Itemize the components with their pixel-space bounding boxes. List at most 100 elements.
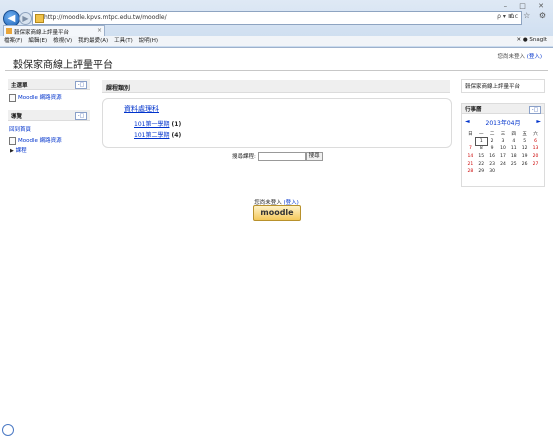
calendar-day[interactable]: 15 [476,153,487,161]
login-status: 您尚未登入 [497,54,525,60]
login-info: 您尚未登入 (登入) [497,52,542,60]
subcategory-count: (1) [171,121,182,128]
calendar-weekdays: 日 一 二 三 四 五 六 [465,130,541,138]
navigation-header: 導覽 -□ [8,110,90,121]
calendar-day[interactable]: 10 [498,145,509,153]
calendar-day[interactable]: 3 [498,138,509,146]
search-input[interactable] [257,152,306,161]
hide-block-icon[interactable]: -□ [529,106,541,114]
browser-tab[interactable]: 穀保家商線上評量平台 × [3,25,105,36]
calendar-day[interactable]: 17 [498,153,509,161]
weekday-label: 四 [511,131,517,137]
calendar-week: 28 29 30 [465,168,541,176]
nav-courses[interactable]: ▶ 課程 [10,146,27,154]
calendar-day-today[interactable]: 1 [474,136,488,147]
subcategory-link[interactable]: 101第一學期 [134,121,169,128]
menu-tools[interactable]: 工具(T) [114,38,133,44]
subcategory-row: 101第二學期 (4) [134,130,181,139]
next-month-icon[interactable]: ► [536,118,541,125]
window-buttons[interactable]: – □ ✕ [504,2,549,10]
page-icon [35,14,44,23]
menu-help[interactable]: 說明(H) [139,38,158,44]
calendar-day [498,168,509,176]
calendar-day[interactable]: 26 [519,160,530,168]
calendar-day[interactable]: 25 [508,160,519,168]
address-url[interactable]: http://moodle.kpvs.mtpc.edu.tw/moodle/ [44,14,167,21]
category-link[interactable]: 資料處理科 [124,104,159,114]
weekday-label: 三 [500,131,506,137]
search-button[interactable]: 搜尋 [305,152,323,161]
calendar-day[interactable]: 7 [465,145,476,153]
hide-block-icon[interactable]: -□ [75,81,87,89]
calendar-day[interactable]: 23 [487,160,498,168]
calendar-month[interactable]: 2013年04月 [462,118,544,127]
home-link[interactable]: 回到首頁 [9,127,31,133]
search-label: 搜尋課程: [232,154,256,160]
calendar-day[interactable]: 29 [476,168,487,176]
calendar-day[interactable]: 27 [530,160,541,168]
weekday-label: 日 [468,131,473,137]
browser-chrome: ◀ ▶ http://moodle.kpvs.mtpc.edu.tw/moodl… [0,0,553,48]
calendar-day[interactable]: 5 [519,138,530,146]
calendar-day[interactable]: 28 [465,168,476,176]
snagit-label: SnagIt [529,37,547,43]
calendar-day [519,168,530,176]
main-menu-header: 主選單 -□ [8,79,90,90]
subcategory-link[interactable]: 101第二學期 [134,132,169,139]
moodle-resources-link[interactable]: Moodle 網路資源 [18,95,62,101]
calendar-week: 1 2 3 4 5 6 [465,136,541,147]
calendar-week: 7 8 9 10 11 12 13 [465,145,541,153]
status-icon [2,424,14,436]
calendar-day[interactable]: 9 [487,145,498,153]
tab-title: 穀保家商線上評量平台 [14,30,70,36]
expand-arrow-icon[interactable]: ▶ [10,148,14,154]
site-title: 穀保家商線上評量平台 [13,60,113,71]
calendar-day [530,168,541,176]
calendar-day[interactable]: 13 [530,145,541,153]
course-categories-title: 課程類別 [106,85,131,92]
calendar-day[interactable]: 20 [530,153,541,161]
toolbar-icons[interactable]: ⌂ ☆ ⚙ [509,11,549,20]
close-icon[interactable]: × [97,27,102,34]
weekday-label: 六 [533,131,538,137]
main-menu-item[interactable]: Moodle 網路資源 [9,93,62,102]
nav-resources-link[interactable]: Moodle 網路資源 [18,138,62,144]
calendar-day[interactable]: 24 [498,160,509,168]
calendar-day[interactable]: 14 [465,153,476,161]
calendar-day [508,168,519,176]
nav-home[interactable]: 回到首頁 [9,125,31,133]
nav-resources[interactable]: Moodle 網路資源 [9,136,62,145]
login-link[interactable]: (登入) [527,54,542,60]
calendar-day[interactable]: 6 [530,138,541,146]
favicon-icon [6,28,12,34]
address-bar[interactable]: http://moodle.kpvs.mtpc.edu.tw/moodle/ ρ… [32,11,522,25]
calendar-day[interactable]: 8 [476,145,487,153]
main-menu-title: 主選單 [11,83,28,89]
subcategory-row: 101第一學期 (1) [134,119,181,128]
calendar-day[interactable]: 19 [519,153,530,161]
calendar-day[interactable]: 18 [508,153,519,161]
calendar-day[interactable]: 21 [465,160,476,168]
calendar-day[interactable]: 16 [487,153,498,161]
courses-link[interactable]: 課程 [16,148,27,154]
hide-block-icon[interactable]: -□ [75,112,87,120]
calendar-day[interactable]: 11 [508,145,519,153]
menu-edit[interactable]: 編輯(E) [28,38,47,44]
moodle-logo[interactable]: moodle [253,205,301,221]
snagit-button[interactable]: ✕ ● SnagIt [516,37,547,43]
forward-icon[interactable]: ▶ [19,12,32,25]
menu-favorites[interactable]: 我的最愛(A) [78,38,108,44]
site-description: 穀保家商線上評量平台 [465,84,521,90]
calendar-day[interactable]: 30 [487,168,498,176]
weekday-label: 五 [522,131,527,137]
weekday-label: 二 [489,131,495,137]
menu-view[interactable]: 檢視(V) [53,38,72,44]
calendar-day [465,138,476,146]
calendar-week: 14 15 16 17 18 19 20 [465,153,541,161]
calendar-day[interactable]: 12 [519,145,530,153]
menu-file[interactable]: 檔案(F) [4,38,22,44]
calendar-day[interactable]: 22 [476,160,487,168]
calendar-day[interactable]: 4 [508,138,519,146]
calendar-header: 行事曆 -□ [462,104,544,114]
calendar-day[interactable]: 2 [487,138,498,146]
